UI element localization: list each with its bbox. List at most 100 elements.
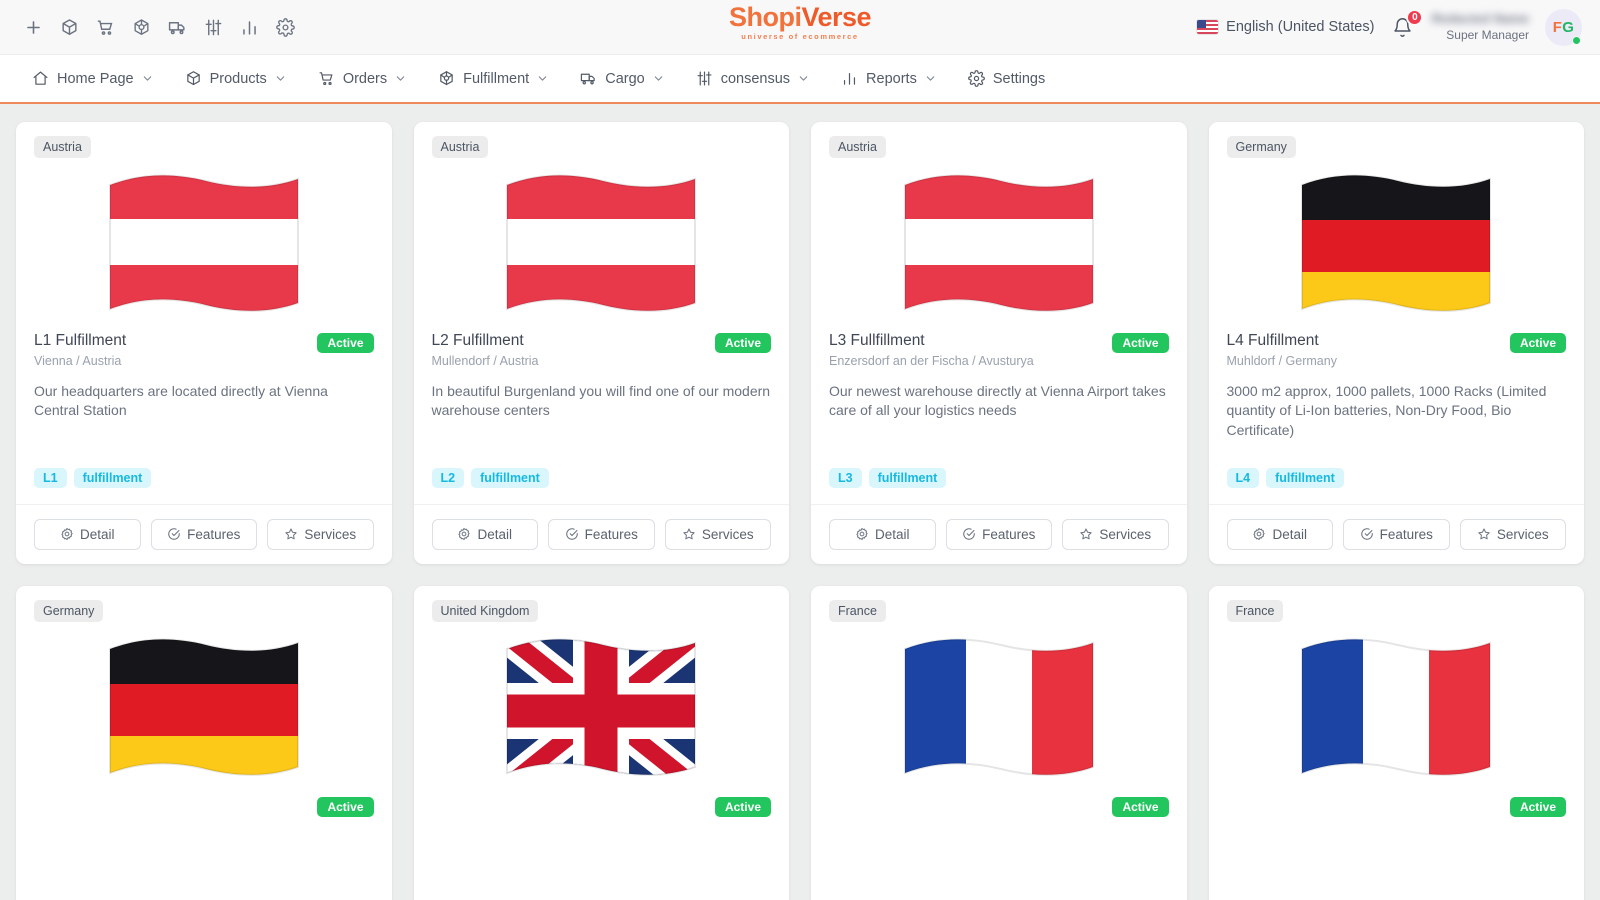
card-tags: L3 fulfillment: [829, 467, 1169, 504]
features-button[interactable]: Features: [150, 518, 257, 550]
card-header: Austria: [414, 122, 790, 158]
quick-tool-icons: [0, 12, 300, 42]
country-badge: Austria: [431, 136, 489, 158]
nav-item-orders[interactable]: Orders: [304, 62, 420, 95]
detail-button-label: Detail: [874, 526, 910, 542]
card-description: Our newest warehouse directly at Vienna …: [829, 382, 1166, 419]
fulfillment-card[interactable]: GermanyActiveDetailFeaturesServices: [16, 585, 392, 900]
tag[interactable]: L4: [1226, 467, 1260, 488]
logo-text: ShopiVerse: [728, 2, 872, 32]
country-badge: Austria: [829, 136, 886, 158]
app-logo[interactable]: ShopiVerse universe of ecommerce: [728, 2, 872, 41]
services-button[interactable]: Services: [267, 518, 374, 550]
detail-button[interactable]: Detail: [1226, 518, 1333, 550]
star-icon: [285, 528, 297, 540]
chevron-down-icon: [276, 76, 285, 81]
services-button[interactable]: Services: [664, 518, 771, 550]
detail-button[interactable]: Detail: [829, 518, 936, 550]
chevron-down-icon: [143, 76, 151, 81]
check-circle-icon: [1360, 528, 1373, 540]
language-selector[interactable]: English (United States): [1197, 19, 1374, 35]
flag-at-icon: [108, 174, 299, 312]
card-body: Active: [1209, 796, 1585, 900]
card-tags: L2 fulfillment: [431, 467, 772, 504]
features-button[interactable]: Features: [1343, 518, 1450, 550]
fulfillment-card[interactable]: Germany L4 Fulfillment Muhldorf / Germany A…: [1208, 122, 1585, 564]
nav-item-label: consensus: [720, 70, 791, 87]
gear-icon[interactable]: [270, 12, 300, 42]
detail-button[interactable]: Detail: [431, 518, 538, 550]
card-title: L3 Fullfillment: [829, 332, 925, 349]
tag[interactable]: fulfillment: [1266, 467, 1344, 488]
gear-icon: [1253, 527, 1266, 541]
nav-item-reports[interactable]: Reports: [827, 62, 950, 95]
tag[interactable]: fulfillment: [868, 467, 947, 488]
country-badge: Austria: [34, 136, 91, 158]
nav-item-label: Reports: [866, 70, 917, 87]
chevron-down-icon: [538, 76, 547, 81]
nav-item-home-page[interactable]: Home Page: [18, 62, 167, 95]
flag-at-icon: [506, 174, 697, 312]
avatar[interactable]: FG: [1545, 8, 1582, 46]
card-body: L1 Fulfillment Vienna / Austria Active Our …: [16, 332, 392, 504]
detail-button-label: Detail: [1272, 526, 1307, 542]
chevron-down-icon: [799, 76, 808, 81]
truck-icon[interactable]: [162, 12, 192, 42]
features-button[interactable]: Features: [945, 518, 1052, 550]
plus-icon[interactable]: [18, 12, 48, 42]
cart-icon[interactable]: [90, 12, 120, 42]
home-icon: [33, 71, 48, 85]
fulfillment-card[interactable]: FranceActiveDetailFeaturesServices: [811, 585, 1187, 900]
features-button-label: Features: [982, 526, 1036, 542]
detail-button[interactable]: Detail: [34, 518, 141, 550]
fulfillment-card[interactable]: United KingdomActiveDetailFeaturesServic…: [413, 585, 790, 900]
user-info[interactable]: Redacted Name Super Manager: [1431, 11, 1529, 42]
status-badge: Active: [317, 796, 374, 817]
card-actions: Detail Features Services: [16, 503, 392, 564]
fulfillment-card[interactable]: Austria L2 Fulfillment Mullendorf / Austri…: [413, 122, 790, 564]
logo-tagline: universe of ecommerce: [741, 32, 859, 41]
detail-button-label: Detail: [79, 526, 115, 542]
notifications-button[interactable]: 0: [1390, 8, 1424, 40]
tag[interactable]: L2: [431, 467, 465, 488]
nav-item-products[interactable]: Products: [171, 62, 300, 95]
tag[interactable]: L1: [34, 467, 67, 488]
card-title-row: L1 Fulfillment Vienna / Austria Active: [34, 332, 374, 368]
fulfillment-card[interactable]: Austria L1 Fulfillment Vienna / Austria Act…: [16, 122, 392, 564]
card-title-row: Active: [34, 796, 374, 817]
fulfillment-card[interactable]: Austria L3 Fullfillment Enzersdorf an der …: [811, 122, 1187, 564]
card-body: L3 Fullfillment Enzersdorf an der Fischa …: [811, 332, 1187, 504]
tag[interactable]: fulfillment: [471, 467, 549, 488]
flag-de-icon: [108, 638, 299, 776]
card-body: Active: [811, 796, 1187, 900]
nav-item-label: Cargo: [605, 70, 645, 87]
main-navigation: Home Page Products Orders Fulfillment Cargo c…: [0, 55, 1600, 104]
card-header: Austria: [16, 122, 392, 158]
status-badge: Active: [317, 333, 374, 353]
nav-item-fulfillment[interactable]: Fulfillment: [424, 62, 562, 95]
sliders-icon[interactable]: [198, 12, 228, 42]
country-flag: [811, 162, 1187, 332]
tag[interactable]: fulfillment: [73, 467, 152, 488]
bar-chart-icon[interactable]: [234, 12, 264, 42]
nav-item-label: Home Page: [57, 70, 134, 87]
gear-icon: [856, 527, 868, 541]
services-button-label: Services: [1099, 526, 1152, 542]
fulfillment-card[interactable]: FranceActiveDetailFeaturesServices: [1208, 585, 1585, 900]
nav-item-label: Settings: [992, 70, 1046, 87]
features-button[interactable]: Features: [548, 518, 655, 550]
nav-item-settings[interactable]: Settings: [954, 62, 1059, 95]
card-body: Active: [414, 796, 790, 900]
services-button[interactable]: Services: [1062, 518, 1169, 550]
box-icon[interactable]: [126, 12, 156, 42]
nav-item-label: Orders: [342, 70, 388, 87]
card-title-row: L3 Fullfillment Enzersdorf an der Fischa …: [829, 332, 1169, 368]
services-button[interactable]: Services: [1459, 518, 1566, 550]
nav-item-consensus[interactable]: consensus: [682, 62, 823, 95]
tag[interactable]: L3: [829, 467, 862, 488]
nav-item-cargo[interactable]: Cargo: [566, 62, 678, 95]
card-actions: Detail Features Services: [811, 503, 1187, 564]
package-icon[interactable]: [54, 12, 84, 42]
card-body: L4 Fulfillment Muhldorf / Germany Active 30…: [1209, 332, 1585, 504]
nav-item-label: Fulfillment: [463, 70, 530, 87]
